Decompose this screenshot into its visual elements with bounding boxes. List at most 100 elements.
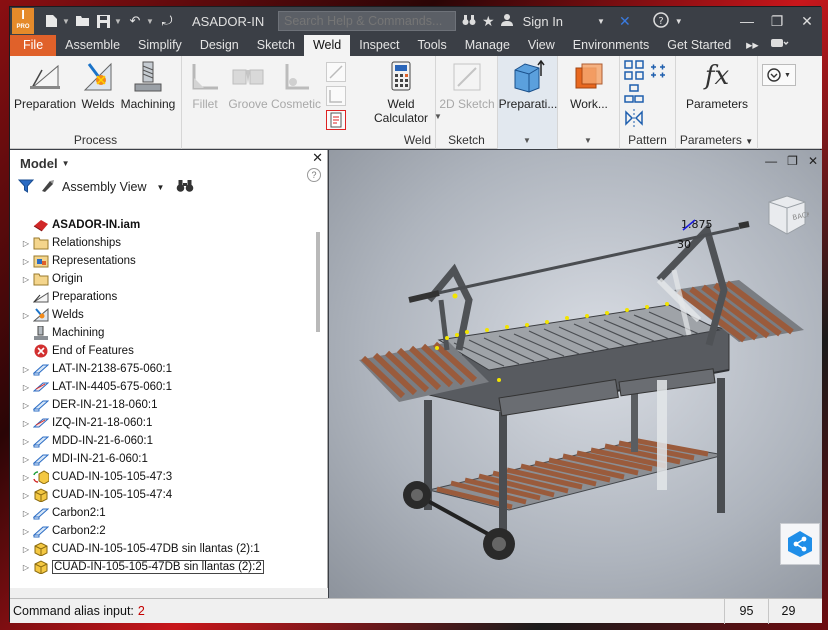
tab-weld[interactable]: Weld bbox=[303, 35, 351, 56]
tree-item[interactable]: ▷ LAT-IN-4405-675-060:1 bbox=[10, 378, 316, 396]
end-fill-icon[interactable] bbox=[326, 86, 346, 106]
help-icon[interactable]: ? bbox=[652, 11, 669, 31]
work-features-button[interactable]: Work... bbox=[558, 60, 620, 111]
weld-calculator-button[interactable]: Weld Calculator bbox=[368, 60, 434, 125]
tree-item[interactable]: ▷ Representations bbox=[10, 252, 316, 270]
tree-item[interactable]: ▷ IZQ-IN-21-18-060:1 bbox=[10, 414, 316, 432]
work-features-chevron-icon[interactable]: ▼ bbox=[584, 136, 592, 145]
tree-item[interactable]: ▷ CUAD-IN-105-105-47:3 bbox=[10, 468, 316, 486]
sign-in-link[interactable]: Sign In bbox=[523, 14, 563, 29]
user-icon[interactable] bbox=[500, 13, 513, 29]
tab-assemble[interactable]: Assemble bbox=[56, 35, 129, 56]
search-help-input[interactable] bbox=[278, 11, 456, 31]
assembly-view-selector[interactable]: Assembly View bbox=[62, 180, 147, 194]
expand-chevron-icon[interactable]: ▷ bbox=[20, 491, 32, 500]
expand-chevron-icon[interactable]: ▷ bbox=[20, 527, 32, 536]
machining-button[interactable]: Machining bbox=[118, 60, 178, 111]
tree-item[interactable]: ▷ Carbon2:1 bbox=[10, 504, 316, 522]
pattern-component-icon[interactable] bbox=[624, 84, 644, 104]
expand-chevron-icon[interactable]: ▷ bbox=[20, 275, 32, 284]
expand-chevron-icon[interactable]: ▷ bbox=[20, 239, 32, 248]
cosmetic-button[interactable]: Cosmetic bbox=[270, 60, 322, 111]
preparations-return-button[interactable]: Preparati... bbox=[498, 60, 558, 111]
expand-chevron-icon[interactable]: ▷ bbox=[20, 257, 32, 266]
tab-tools[interactable]: Tools bbox=[409, 35, 456, 56]
tab-sketch[interactable]: Sketch bbox=[248, 35, 304, 56]
tree-item[interactable]: ▷ DER-IN-21-18-060:1 bbox=[10, 396, 316, 414]
expand-chevron-icon[interactable]: ▷ bbox=[20, 563, 32, 572]
groove-button[interactable]: Groove bbox=[226, 60, 270, 111]
tree-item[interactable]: End of Features bbox=[10, 342, 316, 360]
tree-item[interactable]: ▷ MDI-IN-21-6-060:1 bbox=[10, 450, 316, 468]
tab-view[interactable]: View bbox=[519, 35, 564, 56]
fillet-button[interactable]: Fillet bbox=[184, 60, 226, 111]
expand-chevron-icon[interactable]: ▷ bbox=[20, 365, 32, 374]
expand-chevron-icon[interactable]: ▷ bbox=[20, 311, 32, 320]
command-alias-input[interactable]: Command alias input: 2 bbox=[10, 604, 145, 618]
expand-chevron-icon[interactable]: ▷ bbox=[20, 545, 32, 554]
minimize-icon[interactable]: — bbox=[732, 13, 762, 30]
tree-item[interactable]: ▷ CUAD-IN-105-105-47DB sin llantas (2):1 bbox=[10, 540, 316, 558]
restore-icon[interactable]: ❐ bbox=[762, 13, 792, 30]
browser-help-icon[interactable]: ? bbox=[307, 168, 321, 182]
preparation-button[interactable]: Preparation bbox=[14, 60, 76, 111]
expand-chevron-icon[interactable]: ▷ bbox=[20, 383, 32, 392]
tree-item[interactable]: ▷ CUAD-IN-105-105-47:4 bbox=[10, 486, 316, 504]
rectangular-pattern-icon[interactable] bbox=[624, 60, 644, 80]
tab-manage[interactable]: Manage bbox=[456, 35, 519, 56]
ribbon-display-toggle-icon[interactable] bbox=[765, 35, 795, 56]
bead-report-icon[interactable] bbox=[326, 110, 346, 130]
preparations-chevron-icon[interactable]: ▼ bbox=[523, 136, 531, 145]
help-chevron-icon[interactable]: ▼ bbox=[675, 17, 683, 26]
binoculars-icon[interactable] bbox=[462, 14, 476, 29]
circular-pattern-icon[interactable] bbox=[648, 60, 668, 80]
tree-item[interactable]: ▷ CUAD-IN-105-105-47DB sin llantas (2):2 bbox=[10, 558, 316, 576]
graphics-viewport[interactable]: — ❐ ✕ BACK 1.875 30 bbox=[329, 150, 822, 598]
tab-environments[interactable]: Environments bbox=[564, 35, 658, 56]
tree-item[interactable]: Machining bbox=[10, 324, 316, 342]
tree-item[interactable]: ▷ Relationships bbox=[10, 234, 316, 252]
tab-simplify[interactable]: Simplify bbox=[129, 35, 191, 56]
tab-file[interactable]: File bbox=[10, 35, 57, 56]
expand-chevron-icon[interactable]: ▷ bbox=[20, 437, 32, 446]
save-dropdown-chevron-icon[interactable]: ▼ bbox=[114, 17, 124, 26]
sign-in-chevron-icon[interactable]: ▼ bbox=[597, 17, 605, 26]
filter-funnel-icon[interactable] bbox=[17, 179, 35, 196]
undo-dropdown-chevron-icon[interactable]: ▼ bbox=[146, 17, 156, 26]
expand-chevron-icon[interactable]: ▷ bbox=[20, 473, 32, 482]
browser-vertical-scrollbar[interactable] bbox=[316, 232, 320, 332]
open-folder-icon[interactable] bbox=[74, 12, 92, 30]
favorites-star-icon[interactable]: ★ bbox=[482, 13, 495, 30]
tree-item[interactable]: ▷ Origin bbox=[10, 270, 316, 288]
browser-title[interactable]: Model bbox=[20, 156, 58, 171]
welds-button[interactable]: Welds bbox=[80, 60, 116, 111]
mirror-icon[interactable] bbox=[624, 108, 644, 128]
browser-close-icon[interactable]: ✕ bbox=[312, 150, 323, 166]
close-window-icon[interactable]: ✕ bbox=[792, 13, 822, 30]
tree-item[interactable]: ▷ Welds bbox=[10, 306, 316, 324]
expand-chevron-icon[interactable]: ▷ bbox=[20, 509, 32, 518]
redo-icon[interactable]: ⤾ bbox=[158, 12, 176, 30]
parameters-group-chevron-icon[interactable]: ▼ bbox=[745, 137, 753, 146]
more-tabs-icon[interactable]: ▸▸ bbox=[740, 35, 765, 56]
2d-sketch-button[interactable]: 2D Sketch bbox=[438, 60, 496, 111]
weld-symbol-icon[interactable] bbox=[326, 62, 346, 82]
parameters-button[interactable]: fx Parameters bbox=[680, 60, 754, 111]
new-file-icon[interactable] bbox=[42, 12, 60, 30]
tree-item[interactable]: ▷ LAT-IN-2138-675-060:1 bbox=[10, 360, 316, 378]
tree-item[interactable]: ▷ Carbon2:2 bbox=[10, 522, 316, 540]
browser-title-chevron-icon[interactable]: ▼ bbox=[62, 159, 70, 168]
expand-chevron-icon[interactable]: ▷ bbox=[20, 419, 32, 428]
browser-horizontal-scrollbar[interactable] bbox=[10, 588, 328, 598]
expand-chevron-icon[interactable]: ▷ bbox=[20, 401, 32, 410]
ribbon-options-button[interactable]: ▼ bbox=[762, 64, 796, 86]
new-dropdown-chevron-icon[interactable]: ▼ bbox=[62, 17, 72, 26]
save-icon[interactable] bbox=[94, 12, 112, 30]
tab-design[interactable]: Design bbox=[191, 35, 248, 56]
tab-get-started[interactable]: Get Started bbox=[658, 35, 740, 56]
tree-item[interactable]: Preparations bbox=[10, 288, 316, 306]
find-binoculars-icon[interactable] bbox=[176, 179, 194, 196]
tree-item[interactable]: ASADOR-IN.iam bbox=[10, 216, 316, 234]
undo-icon[interactable]: ↶ bbox=[126, 12, 144, 30]
exchange-apps-icon[interactable]: ✕ bbox=[619, 13, 631, 30]
